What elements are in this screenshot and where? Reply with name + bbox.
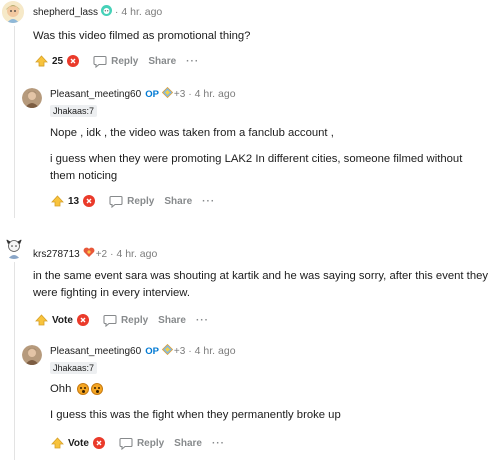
reply-label: Reply <box>111 55 139 67</box>
share-button[interactable]: Share <box>164 196 192 207</box>
vote-label: Vote <box>68 437 89 449</box>
avatar-image <box>22 88 42 108</box>
share-button[interactable]: Share <box>148 56 176 67</box>
upvote-icon[interactable] <box>34 54 48 68</box>
reply-label: Reply <box>120 314 149 326</box>
timestamp[interactable]: 4 hr. ago <box>116 248 157 260</box>
comment-actions: Vote Reply Share ··· <box>50 434 225 452</box>
reply-icon <box>109 195 123 208</box>
thread-line[interactable] <box>14 262 15 460</box>
downvote-icon[interactable] <box>76 314 89 326</box>
username[interactable]: krs278713 <box>33 249 80 260</box>
diamond-icon <box>161 86 173 101</box>
separator-dot: · <box>115 6 119 18</box>
op-badge: OP <box>145 345 159 357</box>
user-flair: Jhakaas:7 <box>50 105 98 117</box>
share-button[interactable]: Share <box>174 438 202 449</box>
downvote-icon[interactable] <box>83 195 96 207</box>
share-button[interactable]: Share <box>158 315 186 326</box>
more-options-button[interactable]: ··· <box>196 315 209 326</box>
reply-icon <box>119 437 133 450</box>
avatar-image <box>2 1 24 23</box>
thread-line[interactable] <box>14 26 15 218</box>
surprised-emoji-icon <box>76 383 89 396</box>
reply-label: Reply <box>127 195 155 207</box>
comment-text: in the same event sara was shouting at k… <box>33 270 489 299</box>
op-badge: OP <box>145 88 159 100</box>
comment-actions: Vote Reply Share ··· <box>34 311 209 329</box>
reply-icon <box>93 55 107 68</box>
username[interactable]: shepherd_lass <box>33 7 98 18</box>
avatar-image <box>3 237 25 259</box>
separator-dot: · <box>188 345 192 357</box>
comment: Pleasant_meeting60 OP +3 · 4 hr. ago Jha… <box>50 343 490 424</box>
comment-body: Ohh I guess this was the fight when they… <box>50 381 490 424</box>
karma-gain: +3 <box>173 345 186 357</box>
snoo-icon <box>101 5 113 19</box>
comment-text: Nope , idk , the video was taken from a … <box>50 127 334 139</box>
comment-body: Nope , idk , the video was taken from a … <box>50 125 490 185</box>
comment: shepherd_lass · 4 hr. ago Was this video… <box>33 5 493 45</box>
reply-button[interactable]: Reply <box>103 314 148 327</box>
karma-gain: +2 <box>95 248 108 260</box>
username[interactable]: Pleasant_meeting60 <box>50 346 141 357</box>
comment-actions: 25 Reply Share ··· <box>34 52 199 70</box>
more-options-button[interactable]: ··· <box>186 56 199 67</box>
comment-text-part: Ohh <box>50 383 72 395</box>
timestamp[interactable]: 4 hr. ago <box>121 6 162 18</box>
comment-text: Was this video filmed as promotional thi… <box>33 30 251 42</box>
timestamp[interactable]: 4 hr. ago <box>195 88 236 100</box>
avatar[interactable] <box>22 88 42 108</box>
vote-count: 13 <box>68 195 80 207</box>
reply-button[interactable]: Reply <box>109 195 154 208</box>
more-options-button[interactable]: ··· <box>202 196 215 207</box>
vote-count: 25 <box>52 55 64 67</box>
upvote-icon[interactable] <box>50 194 64 208</box>
timestamp[interactable]: 4 hr. ago <box>195 345 236 357</box>
reply-button[interactable]: Reply <box>93 55 138 68</box>
avatar[interactable] <box>3 237 25 259</box>
comment-text: Ohh <box>50 381 490 398</box>
surprised-emoji-icon <box>90 383 103 396</box>
comment: krs278713 +2 · 4 hr. ago in the same eve… <box>33 247 493 302</box>
username[interactable]: Pleasant_meeting60 <box>50 89 141 100</box>
upvote-icon[interactable] <box>50 436 64 450</box>
karma-gain: +3 <box>173 88 186 100</box>
separator-dot: · <box>110 248 114 260</box>
comment-body: in the same event sara was shouting at k… <box>33 268 493 302</box>
comment: Pleasant_meeting60 OP +3 · 4 hr. ago Jha… <box>50 86 490 185</box>
comment-actions: 13 Reply Share ··· <box>50 192 215 210</box>
downvote-icon[interactable] <box>92 437 105 449</box>
reply-icon <box>103 314 117 327</box>
reply-label: Reply <box>136 437 165 449</box>
vote-label: Vote <box>52 314 73 326</box>
comment-text: I guess this was the fight when they per… <box>50 409 341 421</box>
avatar-image <box>22 345 42 365</box>
user-flair: Jhakaas:7 <box>50 362 98 374</box>
diamond-icon <box>161 343 173 358</box>
avatar[interactable] <box>2 1 24 23</box>
comment-body: Was this video filmed as promotional thi… <box>33 28 493 45</box>
comment-text: i guess when they were promoting LAK2 In… <box>50 153 463 182</box>
separator-dot: · <box>188 88 192 100</box>
upvote-icon[interactable] <box>34 313 48 327</box>
avatar[interactable] <box>22 345 42 365</box>
downvote-icon[interactable] <box>67 55 80 67</box>
heart-flair-icon <box>83 247 95 261</box>
more-options-button[interactable]: ··· <box>212 438 225 449</box>
reply-button[interactable]: Reply <box>119 437 164 450</box>
